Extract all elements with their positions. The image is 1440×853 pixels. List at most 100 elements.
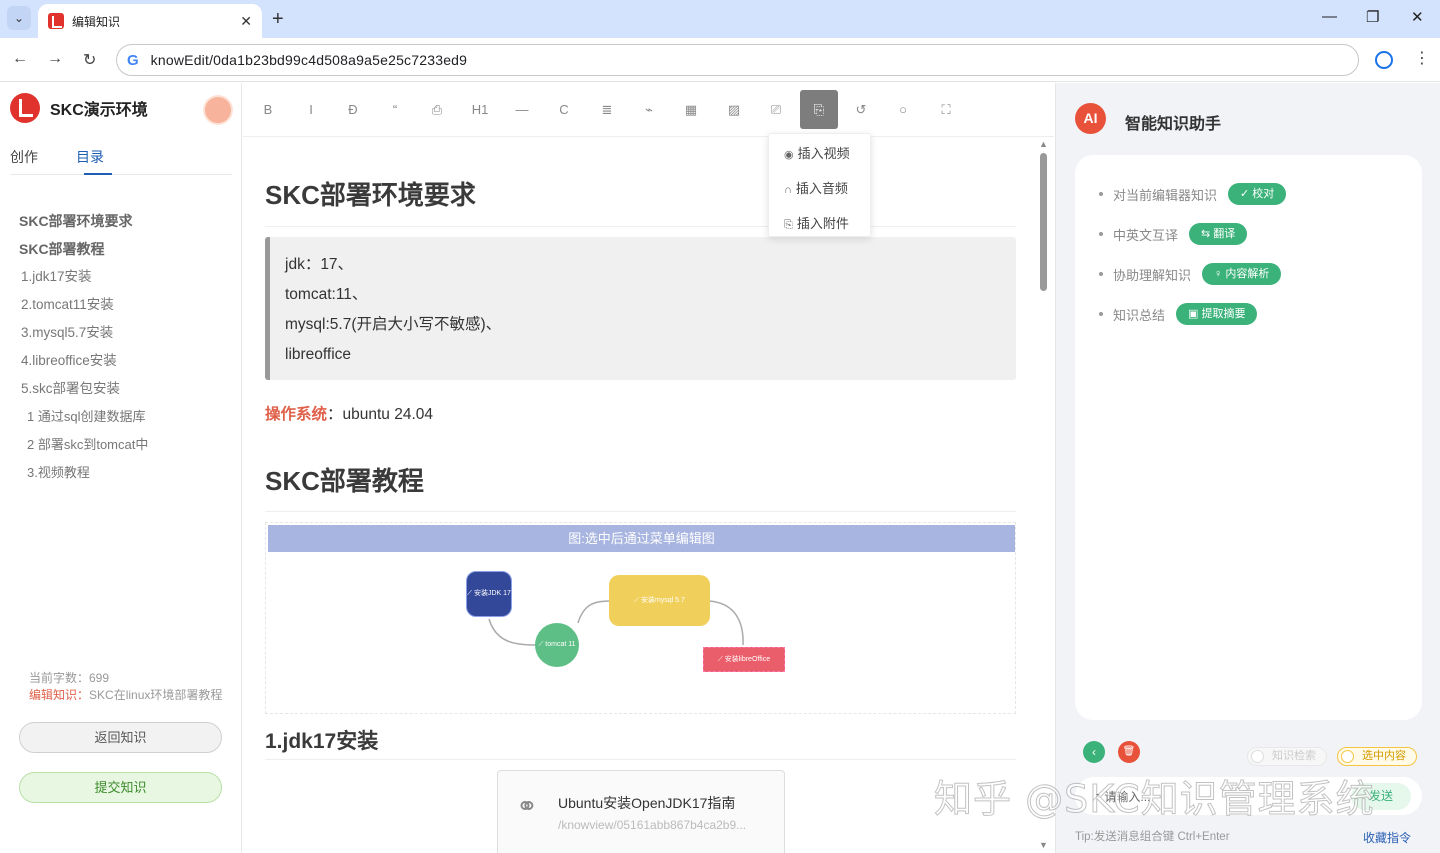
assistant-action-button[interactable]: ▣ 提取摘要 [1176, 303, 1258, 325]
scroll-thumb[interactable] [1040, 153, 1047, 291]
toc-item[interactable]: 3.视频教程 [19, 459, 229, 487]
browser-tab-strip: ⌄ 编辑知识 ✕ + — ❐ ✕ [0, 0, 1440, 38]
dropdown-item-icon: ◉ [784, 149, 794, 161]
flow-node-jdk[interactable]: ⟋ 安装JDK 17 [466, 571, 512, 617]
selected-content-toggle[interactable]: 选中内容 [1337, 747, 1417, 766]
ai-assistant-panel: AI 智能知识助手 对当前编辑器知识 ✓ 校对 中英文互译 ⇆ 翻译 协助理解知识 ♀ 内… [1055, 83, 1440, 853]
assistant-option: 知识总结 ▣ 提取摘要 [1099, 303, 1258, 325]
google-icon: G [127, 51, 139, 69]
heading-button[interactable]: H1 [461, 97, 499, 123]
quote-line: tomcat:11、 [285, 286, 368, 303]
back-arrow-icon[interactable]: ‹ [1083, 741, 1105, 763]
new-tab-button[interactable]: + [272, 8, 284, 31]
reload-button[interactable]: ↻ [83, 50, 96, 70]
back-button[interactable]: ← [12, 50, 28, 68]
quote-button[interactable]: “ [376, 97, 414, 123]
flow-node-mysql[interactable]: ⟋ 安装mysql 5.7 [609, 575, 710, 626]
flow-node-libreoffice[interactable]: ⟋ 安装libreOffice [703, 647, 785, 672]
toc-item[interactable]: 2.tomcat11安装 [19, 291, 229, 319]
left-sidebar: SKC演示环境 创作 目录 SKC部署环境要求 SKC部署教程 1.jdk17安装 2… [0, 83, 242, 853]
dropdown-item-label: 插入视频 [797, 146, 850, 161]
link-button[interactable]: ⌁ [630, 97, 668, 123]
url-field[interactable]: G knowEdit/0da1b23bd99c4d508a9a5e25c7233… [116, 44, 1359, 76]
link-card[interactable]: ⚭ Ubuntu安装OpenJDK17指南 /knowview/05161abb… [497, 770, 785, 853]
editing-info: 编辑知识：SKC在linux环境部署教程 [29, 686, 222, 703]
link-title: Ubuntu安装OpenJDK17指南 [558, 795, 736, 811]
undo-button[interactable]: ↺ [842, 97, 880, 123]
assistant-option-label: 协助理解知识 [1113, 267, 1192, 283]
dropdown-item[interactable]: ⎘ 插入附件 [769, 208, 870, 239]
insert-dropdown-menu: ◉ 插入视频 ∩ 插入音频 ⎘ 插入附件 [768, 133, 871, 237]
assistant-action-button[interactable]: ⇆ 翻译 [1189, 223, 1248, 245]
table-button[interactable]: ▦ [672, 97, 710, 123]
avatar[interactable] [203, 95, 233, 125]
address-bar-row: ← → ↻ G knowEdit/0da1b23bd99c4d508a9a5e2… [0, 38, 1440, 82]
brand-name: SKC演示环境 [50, 102, 148, 119]
toc-item[interactable]: 1 通过sql创建数据库 [19, 403, 229, 431]
editor-scrollbar[interactable]: ▲ ▼ [1036, 137, 1054, 853]
image-button[interactable]: ▨ [715, 97, 753, 123]
delete-icon[interactable]: 🗑 [1118, 741, 1140, 763]
code-block-button[interactable]: ⎙ [418, 97, 456, 123]
brand[interactable]: SKC演示环境 [10, 93, 148, 123]
tab-create[interactable]: 创作 [10, 147, 38, 167]
heading-deploy-tutorial: SKC部署教程 [265, 466, 424, 496]
forward-button[interactable]: → [47, 50, 63, 68]
assistant-option: 对当前编辑器知识 ✓ 校对 [1099, 183, 1287, 205]
toc-item[interactable]: 2 部署skc到tomcat中 [19, 431, 229, 459]
toc-item[interactable]: 1.jdk17安装 [19, 263, 229, 291]
url-text[interactable]: knowEdit/0da1b23bd99c4d508a9a5e25c7233ed… [151, 52, 467, 68]
dropdown-item[interactable]: ∩ 插入音频 [769, 173, 870, 204]
tab-toc[interactable]: 目录 [76, 147, 104, 167]
dropdown-item-label: 插入音频 [795, 181, 848, 196]
tab-list-chevron-icon[interactable]: ⌄ [7, 6, 31, 30]
strikethrough-button[interactable]: Ð [334, 97, 372, 123]
browser-menu-icon[interactable]: ⋮ [1414, 48, 1430, 68]
window-close-button[interactable]: ✕ [1411, 8, 1424, 26]
tab-close-icon[interactable]: ✕ [240, 13, 252, 30]
attachment-button[interactable]: ⎘ [800, 90, 838, 129]
flowchart-button[interactable]: ⎚ [757, 97, 795, 123]
flowchart-block[interactable]: 图:选中后通过菜单编辑图 ⟋ 安装JDK 17 ⟋ tomcat 11 ⟋ 安装… [265, 522, 1016, 714]
back-to-knowledge-button[interactable]: 返回知识 [19, 722, 222, 753]
table-of-contents: SKC部署环境要求 SKC部署教程 1.jdk17安装 2.tomcat11安装 3.m… [19, 207, 229, 487]
assistant-option-label: 中英文互译 [1113, 227, 1179, 243]
browser-tab[interactable]: 编辑知识 ✕ [38, 4, 262, 38]
assistant-title: 智能知识助手 [1125, 116, 1222, 133]
toc-item[interactable]: 3.mysql5.7安装 [19, 319, 229, 347]
toc-item[interactable]: SKC部署教程 [19, 235, 229, 263]
assistant-action-button[interactable]: ✓ 校对 [1228, 183, 1287, 205]
bullet-dot [1099, 192, 1103, 196]
scroll-up-icon[interactable]: ▲ [1039, 139, 1048, 149]
dropdown-item[interactable]: ◉ 插入视频 [769, 138, 870, 169]
flow-node-tomcat[interactable]: ⟋ tomcat 11 [535, 623, 579, 667]
italic-button[interactable]: I [292, 97, 330, 123]
assistant-option-label: 知识总结 [1113, 307, 1166, 323]
profile-icon[interactable] [1375, 51, 1393, 69]
maximize-button[interactable]: ❐ [1366, 8, 1379, 26]
code-button[interactable]: C [545, 97, 583, 123]
scroll-down-icon[interactable]: ▼ [1039, 840, 1048, 850]
toc-item[interactable]: SKC部署环境要求 [19, 207, 229, 235]
toc-item[interactable]: 5.skc部署包安装 [19, 375, 229, 403]
minimize-button[interactable]: — [1322, 8, 1337, 25]
list-button[interactable]: ≣ [588, 97, 626, 123]
submit-knowledge-button[interactable]: 提交知识 [19, 772, 222, 803]
quote-line: mysql:5.7(开启大小写不敏感)、 [285, 316, 502, 333]
divider-button[interactable]: — [503, 97, 541, 123]
bold-button[interactable]: B [249, 97, 287, 123]
fullscreen-button[interactable]: ⛶ [927, 97, 965, 123]
toc-item[interactable]: 4.libreoffice安装 [19, 347, 229, 375]
editing-value: SKC在linux环境部署教程 [89, 688, 223, 702]
favorite-commands-link[interactable]: 收藏指令 [1363, 829, 1411, 846]
search-button[interactable]: ○ [884, 97, 922, 123]
requirements-quote: jdk：17、 tomcat:11、 mysql:5.7(开启大小写不敏感)、 lib… [265, 237, 1016, 380]
editor-content[interactable]: SKC部署环境要求 jdk：17、 tomcat:11、 mysql:5.7(开启大… [243, 137, 1036, 853]
assistant-action-button[interactable]: ♀ 内容解析 [1202, 263, 1282, 285]
assistant-option-label: 对当前编辑器知识 [1113, 187, 1218, 203]
os-line: 操作系统：ubuntu 24.04 [265, 402, 433, 424]
toggle-label: 选中内容 [1362, 750, 1406, 762]
knowledge-search-toggle[interactable]: 知识检索 [1247, 747, 1327, 766]
heading-env-requirements: SKC部署环境要求 [265, 180, 476, 210]
quote-line: jdk：17、 [285, 256, 354, 273]
